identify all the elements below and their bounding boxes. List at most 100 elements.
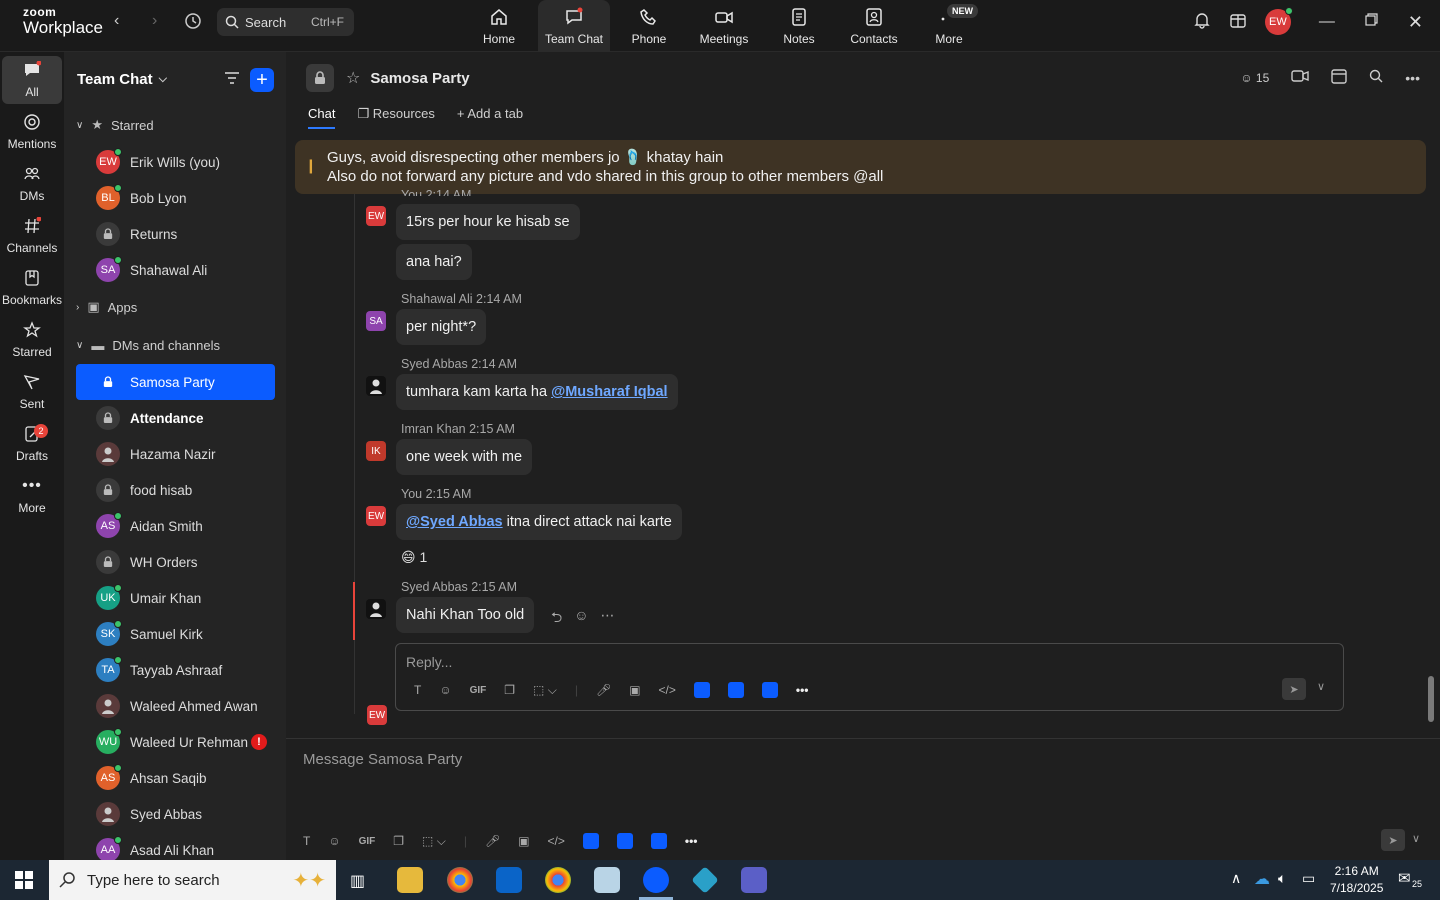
sidebar-item[interactable]: Waleed Ahmed Awan xyxy=(76,688,275,724)
scrollbar-thumb[interactable] xyxy=(1428,676,1434,722)
nav-team-chat[interactable]: Team Chat xyxy=(538,0,610,52)
message-bubble[interactable]: 15rs per hour ke hisab se xyxy=(396,204,580,240)
sidebar-item[interactable]: Attendance xyxy=(76,400,275,436)
message-bubble[interactable]: @Syed Abbas itna direct attack nai karte xyxy=(396,504,682,540)
rail-mentions[interactable]: Mentions xyxy=(2,108,62,156)
message-bubble[interactable]: Nahi Khan Too old xyxy=(396,597,535,633)
more-icon[interactable]: ••• xyxy=(685,834,698,848)
sidebar-item[interactable]: AS Ahsan Saqib xyxy=(76,760,275,796)
rail-starred[interactable]: Starred xyxy=(2,316,62,364)
star-outline-icon[interactable]: ☆ xyxy=(346,68,360,88)
mention-link[interactable]: @Syed Abbas xyxy=(406,514,503,530)
sidebar-item[interactable]: Hazama Nazir xyxy=(76,436,275,472)
send-button[interactable]: ➤ xyxy=(1381,829,1405,851)
windows-start-icon[interactable] xyxy=(15,871,33,894)
send-button[interactable]: ➤ xyxy=(1282,678,1306,700)
more-icon[interactable]: ••• xyxy=(796,683,809,697)
rail-more[interactable]: ••• More xyxy=(2,472,62,520)
gif-icon[interactable]: GIF xyxy=(359,836,376,847)
nav-contacts[interactable]: Contacts xyxy=(838,0,910,52)
tab-resources[interactable]: ❐ Resources xyxy=(357,106,434,129)
task-view-icon[interactable]: ▥ xyxy=(350,871,365,891)
text-format-icon[interactable]: T xyxy=(414,683,421,697)
chrome-profile-icon[interactable] xyxy=(545,867,571,893)
avatar[interactable]: IK xyxy=(366,441,386,461)
outlook-icon[interactable] xyxy=(496,867,522,893)
message-bubble[interactable]: per night*? xyxy=(396,309,487,345)
avatar[interactable]: EW xyxy=(366,206,386,226)
sidebar-item[interactable]: WH Orders xyxy=(76,544,275,580)
nav-meetings[interactable]: Meetings xyxy=(688,0,760,52)
sidebar-item[interactable]: TA Tayyab Ashraaf xyxy=(76,652,275,688)
back-arrow-icon[interactable]: ‹ xyxy=(114,12,119,30)
volume-icon[interactable]: 🔈︎ xyxy=(1278,870,1286,887)
bell-icon[interactable] xyxy=(1193,11,1211,34)
taskbar-search[interactable]: Type here to search ✦✦ xyxy=(49,860,336,900)
minimize-icon[interactable]: — xyxy=(1319,13,1335,31)
section-dms-channels[interactable]: ∨ ▬ DMs and channels xyxy=(64,326,286,364)
message-bubble[interactable]: tumhara kam karta ha @Musharaf Iqbal xyxy=(396,374,678,410)
history-icon[interactable] xyxy=(184,12,202,35)
rail-bookmarks[interactable]: Bookmarks xyxy=(2,264,62,312)
chevron-up-icon[interactable]: ∧ xyxy=(1231,870,1241,887)
chevron-down-icon[interactable]: ∨ xyxy=(1317,680,1325,693)
calendar-gift-icon[interactable] xyxy=(1229,11,1247,34)
code-icon[interactable]: </> xyxy=(548,834,565,848)
tab-chat[interactable]: Chat xyxy=(308,106,336,129)
rail-all[interactable]: All xyxy=(2,56,62,104)
section-starred[interactable]: ∨ ★ Starred xyxy=(64,106,286,144)
user-avatar[interactable]: EW xyxy=(1264,7,1293,35)
sidebar-item[interactable]: WU Waleed Ur Rehman! xyxy=(76,724,275,760)
tab-add[interactable]: + Add a tab xyxy=(457,106,523,129)
sidebar-item[interactable]: Syed Abbas xyxy=(76,796,275,832)
code-icon[interactable]: </> xyxy=(659,683,676,697)
app-icon[interactable] xyxy=(582,833,599,849)
ellipsis-icon[interactable]: ⋯ xyxy=(601,607,615,631)
video-clip-icon[interactable]: ▣ xyxy=(518,834,529,848)
sidebar-item[interactable]: UK Umair Khan xyxy=(76,580,275,616)
sidebar-item[interactable]: AS Aidan Smith xyxy=(76,508,275,544)
emoji-icon[interactable]: ☺ xyxy=(439,683,451,697)
calendar-icon[interactable] xyxy=(1331,68,1347,87)
rail-channels[interactable]: Channels xyxy=(2,212,62,260)
sidebar-item[interactable]: Returns xyxy=(76,216,275,252)
avatar[interactable]: SA xyxy=(366,311,386,331)
nav-phone[interactable]: Phone xyxy=(613,0,685,52)
onedrive-icon[interactable]: ☁ xyxy=(1254,869,1270,889)
screenshot-icon[interactable]: ⬚ ⌵ xyxy=(533,683,557,698)
filter-icon[interactable] xyxy=(224,71,240,88)
avatar[interactable]: EW xyxy=(366,506,386,526)
app-icon[interactable] xyxy=(691,866,719,894)
file-icon[interactable]: ❐ xyxy=(504,683,515,697)
nav-notes[interactable]: Notes xyxy=(763,0,835,52)
avatar[interactable] xyxy=(366,376,386,396)
section-apps[interactable]: › ▣ Apps xyxy=(64,288,286,326)
avatar[interactable] xyxy=(366,599,386,619)
notification-icon[interactable]: ✉︎ 25 xyxy=(1398,869,1425,889)
network-icon[interactable]: ▭ xyxy=(1302,870,1315,887)
chevron-down-icon[interactable]: ∨ xyxy=(1412,832,1420,845)
app-icon[interactable] xyxy=(693,682,710,698)
sidebar-item[interactable]: SA Shahawal Ali xyxy=(76,252,275,288)
ellipsis-icon[interactable]: ••• xyxy=(1405,70,1420,86)
message-bubble[interactable]: one week with me xyxy=(396,439,533,475)
reply-input[interactable]: Reply... T ☺ GIF ❐ ⬚ ⌵ | 🎤︎ ▣ </> ••• ➤ … xyxy=(395,643,1344,711)
app-icon[interactable] xyxy=(594,867,620,893)
zoom-app-icon[interactable] xyxy=(643,867,669,893)
nav-more[interactable]: NEW More xyxy=(913,0,985,52)
rail-drafts[interactable]: 2 Drafts xyxy=(2,420,62,468)
members-button[interactable]: ☺ 15 xyxy=(1240,71,1269,85)
message-bubble[interactable]: ana hai? xyxy=(396,244,472,280)
chrome-icon[interactable] xyxy=(447,867,473,893)
mic-icon[interactable]: 🎤︎ xyxy=(485,834,500,848)
emoji-add-icon[interactable]: ☺ xyxy=(574,607,588,631)
emoji-icon[interactable]: ☺ xyxy=(328,834,340,848)
reaction-chip[interactable]: 😄 1 xyxy=(401,549,427,566)
rail-dms[interactable]: DMs xyxy=(2,160,62,208)
sidebar-item[interactable]: EW Erik Wills (you) xyxy=(76,144,275,180)
mention-link[interactable]: @Musharaf Iqbal xyxy=(551,384,667,400)
screenshot-icon[interactable]: ⬚ ⌵ xyxy=(422,834,446,849)
video-clip-icon[interactable]: ▣ xyxy=(629,683,640,697)
pinned-message[interactable]: ❙ Guys, avoid disrespecting other member… xyxy=(295,140,1426,194)
close-icon[interactable]: ✕ xyxy=(1408,12,1423,33)
